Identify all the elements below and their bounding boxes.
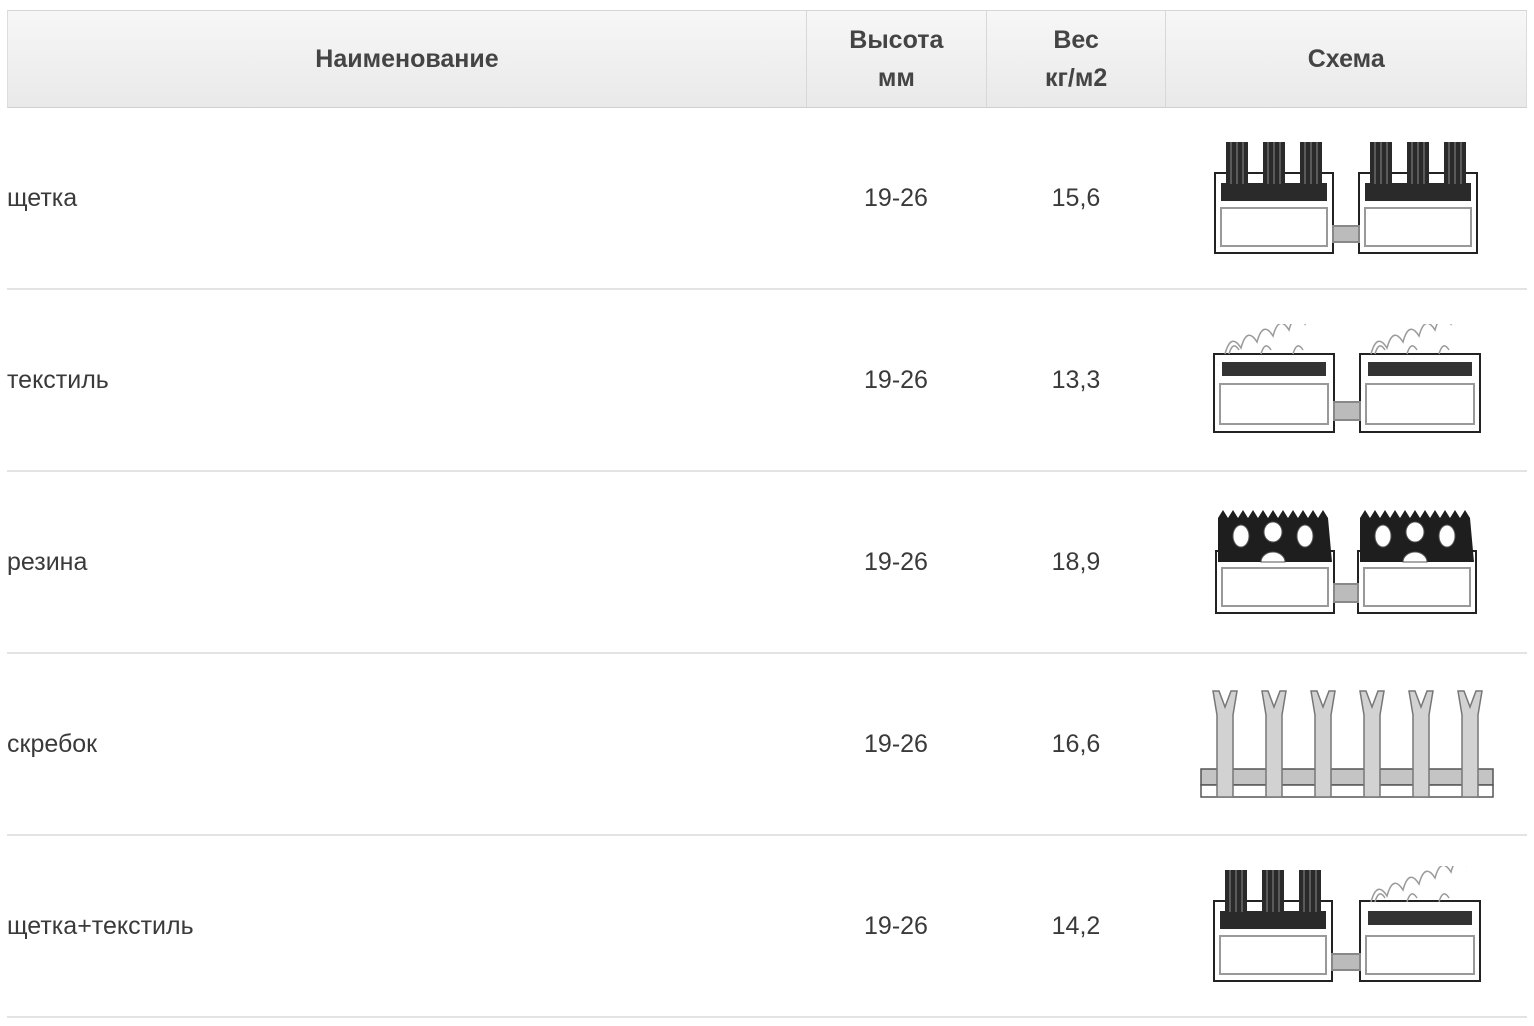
cell-height: 19-26 xyxy=(864,365,928,394)
cell-weight: 13,3 xyxy=(1051,365,1101,394)
cell-height: 19-26 xyxy=(864,729,928,758)
header-name: Наименование xyxy=(8,11,806,107)
cell-weight: 15,6 xyxy=(1051,183,1101,212)
cell-name: щетка+текстиль xyxy=(7,911,194,940)
cell-weight: 14,2 xyxy=(1051,911,1101,940)
header-schema-label: Схема xyxy=(1307,45,1385,73)
header-height-unit: мм xyxy=(877,64,915,92)
cell-schema xyxy=(1166,290,1527,470)
header-weight: Вес кг/м2 xyxy=(985,11,1166,107)
rubber-mat-diagram-icon xyxy=(1214,510,1477,614)
header-schema: Схема xyxy=(1165,11,1526,107)
textile-mat-diagram-icon xyxy=(1212,324,1481,433)
table-row: резина 19-26 18,9 xyxy=(7,472,1527,654)
header-height: Высота мм xyxy=(805,11,986,107)
cell-height: 19-26 xyxy=(864,547,928,576)
table-header: Наименование Высота мм Вес кг/м2 Схема xyxy=(7,10,1527,108)
cell-schema xyxy=(1166,472,1527,652)
header-weight-label: Вес xyxy=(1053,26,1099,54)
cell-weight: 18,9 xyxy=(1051,547,1101,576)
brush-textile-mat-diagram-icon xyxy=(1212,866,1481,982)
cell-name: текстиль xyxy=(7,365,109,394)
header-weight-unit: кг/м2 xyxy=(1044,64,1108,92)
cell-name: резина xyxy=(7,547,88,576)
product-table: Наименование Высота мм Вес кг/м2 Схема щ… xyxy=(7,10,1527,1018)
cell-schema xyxy=(1166,654,1527,834)
table-row: скребок 19-26 16,6 xyxy=(7,654,1527,836)
cell-height: 19-26 xyxy=(864,183,928,212)
cell-name: щетка xyxy=(7,183,78,212)
cell-name: скребок xyxy=(7,729,98,758)
table-row: щетка 19-26 15,6 xyxy=(7,108,1527,290)
header-height-label: Высота xyxy=(849,26,944,54)
cell-schema xyxy=(1166,836,1527,1016)
cell-height: 19-26 xyxy=(864,911,928,940)
cell-weight: 16,6 xyxy=(1051,729,1101,758)
scraper-mat-diagram-icon xyxy=(1199,690,1494,798)
header-name-label: Наименование xyxy=(315,45,499,73)
brush-mat-diagram-icon xyxy=(1213,142,1478,254)
table-row: щетка+текстиль 19-26 14,2 xyxy=(7,836,1527,1018)
table-row: текстиль 19-26 13,3 xyxy=(7,290,1527,472)
cell-schema xyxy=(1166,108,1527,288)
